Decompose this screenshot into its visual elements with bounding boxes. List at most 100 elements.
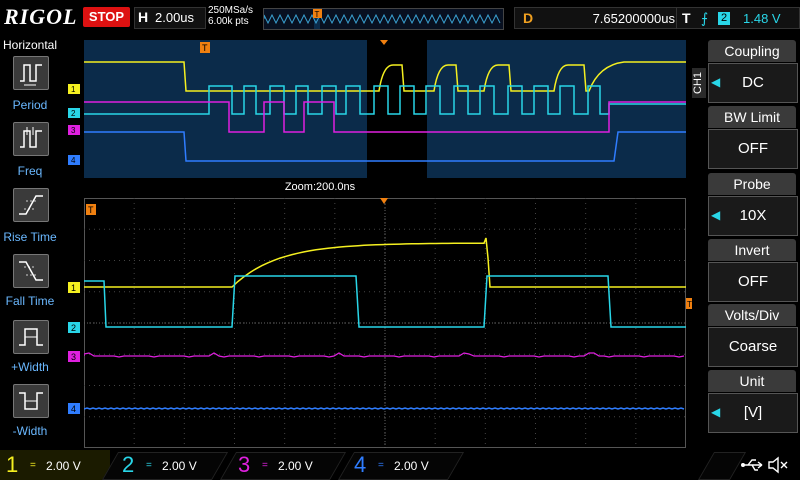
ch3-number: 3	[238, 452, 251, 477]
ch4-number: 4	[354, 452, 367, 477]
sidebar-title: Horizontal	[2, 38, 58, 52]
zoom-ch2-marker: 2	[68, 108, 80, 118]
menu-volts-div[interactable]: Volts/Div Coarse	[708, 304, 798, 368]
ch4-offset-marker-label: 4	[71, 404, 76, 414]
sidebar-item-label: +Width	[11, 360, 49, 374]
ch3-status[interactable]: 3 = 2.00 V	[232, 450, 340, 480]
overview-trigger-marker: T	[313, 9, 322, 19]
menu-item-title: BW Limit	[708, 106, 796, 128]
menu-arrow-icon: ◀	[711, 75, 721, 89]
frequency-icon	[20, 127, 42, 148]
menu-item-title: Invert	[708, 239, 796, 261]
dc-coupling-icon: =	[378, 460, 384, 471]
sample-rate: 250MSa/s	[208, 5, 254, 16]
sidebar-item-label: Rise Time	[3, 230, 57, 244]
zoom-timebase-label: Zoom:200.0ns	[284, 181, 356, 193]
menu-item-value: [V]	[708, 393, 798, 433]
menu-item-value: 10X	[708, 196, 798, 236]
ch2-offset-marker-label: 2	[71, 323, 76, 333]
sidebar-item-label: Freq	[17, 164, 43, 178]
menu-item-value: OFF	[708, 262, 798, 302]
menu-coupling[interactable]: Coupling DC ◀	[708, 40, 798, 104]
top-status-bar: RIGOL STOP H 2.00us 250MSa/s 6.00k pts T…	[0, 0, 800, 36]
delay-value: 7.65200000us	[592, 11, 675, 26]
ch2-number: 2	[122, 452, 135, 477]
zoom-ch1-marker-label: 1	[71, 85, 76, 94]
run-stop-indicator[interactable]: STOP	[83, 7, 130, 27]
ch1-status[interactable]: 1 = 2.00 V	[0, 450, 110, 480]
dc-coupling-icon: =	[262, 460, 268, 471]
measure-negative-width-button[interactable]	[13, 384, 49, 418]
trigger-display[interactable]: T ⨍ 2 1.48 V	[676, 7, 800, 29]
menu-item-title: Volts/Div	[708, 304, 796, 326]
zoom-overview-waveforms: T	[84, 40, 686, 178]
measure-period-button[interactable]	[13, 56, 49, 90]
memory-depth: 6.00k pts	[208, 16, 249, 27]
zoom-window-highlight	[367, 40, 427, 178]
menu-invert[interactable]: Invert OFF	[708, 239, 798, 303]
measure-sidebar: Horizontal Period Freq Rise Time Fall Ti…	[0, 36, 60, 450]
ch1-scale: 2.00 V	[46, 459, 81, 473]
menu-item-title: Probe	[708, 173, 796, 195]
memory-overview-bar[interactable]: T	[263, 8, 504, 30]
ch3-offset-marker: 3	[68, 351, 80, 362]
ch4-offset-marker: 4	[68, 403, 80, 414]
ch2-scale: 2.00 V	[162, 459, 197, 473]
main-waveform-display[interactable]: T	[83, 198, 686, 448]
brand-logo: RIGOL	[4, 4, 78, 29]
ch4-status[interactable]: 4 = 2.00 V	[348, 450, 456, 480]
speaker-muted-icon[interactable]	[766, 455, 790, 475]
zoom-ch4-marker-label: 4	[71, 156, 76, 165]
zoom-overview-window[interactable]: T	[84, 40, 686, 178]
ch1-offset-marker: 1	[68, 282, 80, 293]
overview-trigger-marker-label: T	[315, 10, 320, 19]
ch3-scale: 2.00 V	[278, 459, 313, 473]
trigger-label: T	[682, 10, 691, 26]
zoom-ch1-marker: 1	[68, 84, 80, 94]
menu-item-title: Coupling	[708, 40, 796, 62]
ch2-offset-marker: 2	[68, 322, 80, 333]
main-channel-markers: 1 2 3 4	[68, 282, 80, 414]
main-ch4-trace	[83, 407, 685, 411]
zoom-trigger-marker: T	[200, 42, 210, 53]
ch2-status[interactable]: 2 = 2.00 V	[116, 450, 224, 480]
acquisition-info: 250MSa/s 6.00k pts	[208, 5, 253, 27]
negative-width-icon	[19, 392, 43, 410]
rising-edge-icon: ⨍	[701, 10, 709, 26]
main-trigger-marker: T	[86, 204, 96, 215]
memory-overview-waveform: T	[263, 9, 501, 29]
graticule	[84, 198, 686, 448]
horizontal-timebase[interactable]: H 2.00us	[134, 7, 206, 29]
positive-width-icon	[19, 328, 43, 346]
ch1-offset-marker-label: 1	[71, 283, 76, 293]
main-trigger-position-marker	[380, 198, 388, 204]
measure-fall-time-button[interactable]	[13, 254, 49, 288]
zoom-channel-markers: 1 2 3 4	[68, 84, 80, 165]
zoom-trigger-marker-label: T	[202, 43, 208, 53]
trigger-source-badge: 2	[718, 12, 730, 25]
sidebar-item-label: Fall Time	[5, 294, 55, 308]
menu-bw-limit[interactable]: BW Limit OFF	[708, 106, 798, 170]
menu-item-value: Coarse	[708, 327, 798, 367]
zoom-ch3-marker: 3	[68, 125, 80, 135]
delay-label: D	[523, 10, 534, 26]
menu-unit[interactable]: Unit [V] ◀	[708, 370, 798, 434]
menu-arrow-icon: ◀	[711, 208, 721, 222]
main-ch3-trace	[83, 352, 685, 358]
horizontal-label: H	[138, 9, 149, 25]
trigger-level: 1.48 V	[743, 11, 781, 26]
period-icon	[20, 64, 42, 86]
menu-channel-tag: CH1	[692, 68, 706, 98]
main-trigger-marker-label: T	[88, 205, 94, 215]
zoom-ch2-marker-label: 2	[71, 109, 76, 118]
dc-coupling-icon: =	[30, 460, 36, 471]
measure-positive-width-button[interactable]	[13, 320, 49, 354]
measure-rise-time-button[interactable]	[13, 188, 49, 222]
sidebar-item-label: -Width	[12, 424, 48, 438]
menu-probe[interactable]: Probe 10X ◀	[708, 173, 798, 237]
usb-icon	[741, 459, 763, 471]
measure-freq-button[interactable]	[13, 122, 49, 156]
fall-time-icon	[19, 261, 43, 281]
menu-arrow-icon: ◀	[711, 405, 721, 419]
delay-display[interactable]: D 7.65200000us	[514, 7, 698, 29]
